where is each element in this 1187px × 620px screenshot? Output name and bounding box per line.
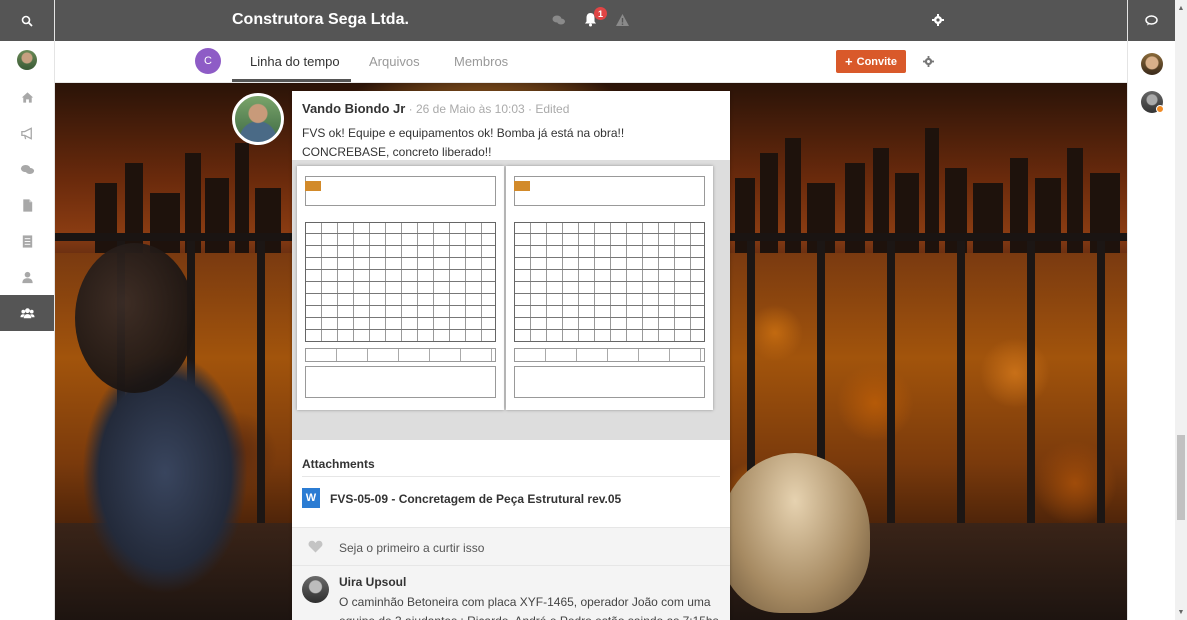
scroll-thumb[interactable] bbox=[1177, 435, 1185, 520]
post-body: FVS ok! Equipe e equipamentos ok! Bomba … bbox=[302, 124, 722, 162]
doc-logo bbox=[514, 181, 530, 191]
space-tab-bar: C Linha do tempo Arquivos Membros + Conv… bbox=[55, 41, 1127, 83]
notification-badge: 1 bbox=[594, 7, 607, 20]
search-button[interactable] bbox=[0, 0, 54, 41]
doc-page-2 bbox=[506, 166, 713, 410]
active-tab-indicator bbox=[232, 79, 351, 82]
group-icon bbox=[19, 307, 35, 318]
like-row: Seja o primeiro a curtir isso bbox=[292, 527, 730, 565]
wicker-stool bbox=[720, 453, 870, 613]
megaphone-icon bbox=[20, 126, 32, 140]
space-title[interactable]: Construtora Sega Ltda. bbox=[232, 11, 409, 29]
chat-icon[interactable] bbox=[552, 14, 566, 29]
chat-bubble-icon bbox=[1145, 15, 1158, 26]
post-author-name[interactable]: Vando Biondo Jr bbox=[302, 101, 405, 116]
warning-icon[interactable] bbox=[615, 13, 630, 30]
my-profile-avatar[interactable] bbox=[0, 41, 54, 79]
invite-button[interactable]: + Convite bbox=[836, 50, 906, 73]
chat-toggle-button[interactable] bbox=[1128, 0, 1175, 41]
comment-item: Uira Upsoul O caminhão Betoneira com pla… bbox=[292, 565, 730, 620]
doc-nonconformity-table bbox=[514, 222, 705, 342]
nav-files[interactable] bbox=[0, 187, 54, 223]
post-author-avatar[interactable] bbox=[232, 93, 284, 145]
doc-logo bbox=[305, 181, 321, 191]
space-settings-icon[interactable] bbox=[923, 56, 934, 70]
away-status-dot bbox=[1156, 105, 1164, 113]
like-prompt: Seja o primeiro a curtir isso bbox=[339, 541, 485, 555]
doc-footer-table bbox=[514, 348, 705, 362]
page-scrollbar[interactable]: ▲ ▼ bbox=[1175, 0, 1187, 620]
plus-icon: + bbox=[845, 54, 853, 69]
notebook-icon bbox=[22, 234, 32, 248]
heart-icon[interactable] bbox=[308, 540, 323, 556]
nav-announcements[interactable] bbox=[0, 115, 54, 151]
doc-header bbox=[514, 176, 705, 206]
online-user-avatar[interactable] bbox=[1141, 53, 1163, 75]
attachment-link[interactable]: FVS-05-09 - Concretagem de Peça Estrutur… bbox=[330, 492, 621, 506]
post-meta: · 26 de Maio às 10:03 · Edited bbox=[408, 102, 570, 116]
nav-home[interactable] bbox=[0, 79, 54, 115]
avatar bbox=[17, 50, 37, 70]
doc-footer-table bbox=[305, 348, 496, 362]
attachment-preview[interactable] bbox=[292, 160, 730, 440]
divider bbox=[302, 476, 720, 477]
invite-button-label: Convite bbox=[856, 55, 897, 68]
comment-text: O caminhão Betoneira com placa XYF-1465,… bbox=[339, 595, 719, 620]
doc-header bbox=[305, 176, 496, 206]
scroll-down-arrow[interactable]: ▼ bbox=[1175, 606, 1187, 618]
nav-chat[interactable] bbox=[0, 151, 54, 187]
left-rail bbox=[0, 0, 55, 620]
nav-spaces[interactable] bbox=[0, 295, 54, 331]
attachments-heading: Attachments bbox=[302, 457, 375, 471]
doc-signature-box bbox=[305, 366, 496, 398]
right-rail bbox=[1127, 0, 1175, 620]
search-icon bbox=[21, 15, 33, 27]
top-bar: Construtora Sega Ltda. 1 bbox=[55, 0, 1127, 41]
doc-checklist-table bbox=[305, 222, 496, 342]
post-card: Vando Biondo Jr · 26 de Maio às 10:03 · … bbox=[292, 91, 730, 620]
tab-timeline[interactable]: Linha do tempo bbox=[250, 54, 340, 69]
word-file-icon: W bbox=[302, 488, 320, 508]
space-avatar[interactable]: C bbox=[195, 48, 221, 74]
post-header: Vando Biondo Jr · 26 de Maio às 10:03 · … bbox=[302, 101, 569, 116]
away-user-avatar[interactable] bbox=[1141, 91, 1164, 113]
scroll-up-arrow[interactable]: ▲ bbox=[1175, 2, 1187, 14]
home-icon bbox=[21, 91, 33, 103]
comment-author-name[interactable]: Uira Upsoul bbox=[339, 575, 406, 589]
person-head bbox=[75, 243, 195, 393]
user-icon bbox=[21, 271, 33, 283]
nav-notes[interactable] bbox=[0, 223, 54, 259]
doc-signature-box bbox=[514, 366, 705, 398]
tab-files[interactable]: Arquivos bbox=[369, 54, 420, 69]
doc-page-1 bbox=[297, 166, 504, 410]
chat-icon bbox=[20, 164, 34, 174]
settings-gear-icon[interactable] bbox=[932, 14, 944, 29]
post-line-1: FVS ok! Equipe e equipamentos ok! Bomba … bbox=[302, 126, 625, 140]
comment-author-avatar[interactable] bbox=[302, 576, 329, 603]
nav-people[interactable] bbox=[0, 259, 54, 295]
tab-members[interactable]: Membros bbox=[454, 54, 508, 69]
document-icon bbox=[22, 198, 32, 212]
